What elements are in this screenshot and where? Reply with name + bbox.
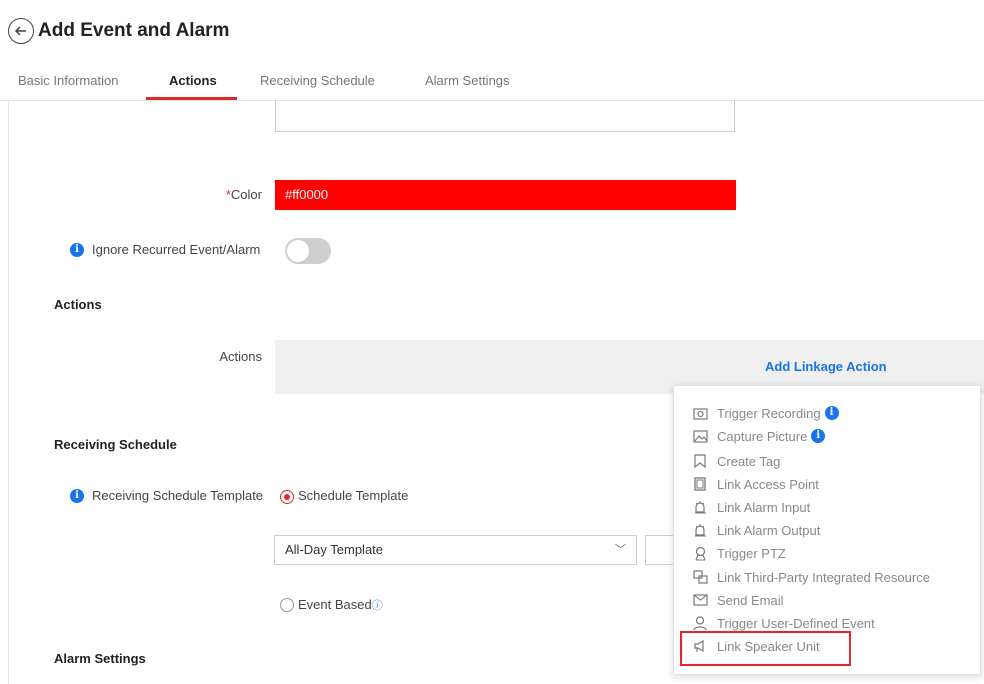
- menu-item-send-email[interactable]: Send Email: [692, 590, 783, 610]
- door-icon: [692, 476, 708, 492]
- color-picker-field[interactable]: #ff0000: [275, 180, 736, 210]
- ptz-icon: [692, 545, 708, 561]
- active-tab-indicator: [146, 97, 237, 100]
- actions-label: Actions: [219, 349, 262, 364]
- content-border: [8, 100, 9, 684]
- menu-item-label: Link Alarm Output: [717, 522, 821, 538]
- info-icon[interactable]: i: [824, 406, 839, 420]
- menu-item-label: Trigger User-Defined Event: [717, 615, 875, 631]
- description-textarea[interactable]: [275, 100, 735, 132]
- info-icon[interactable]: i: [70, 489, 84, 503]
- menu-item-link-access-point[interactable]: Link Access Point: [692, 474, 819, 494]
- template-select-value: All-Day Template: [285, 542, 384, 557]
- menu-item-label: Create Tag: [717, 453, 781, 469]
- template-select[interactable]: All-Day Template ﹀: [274, 535, 637, 565]
- color-label: *Color: [200, 186, 262, 204]
- user-icon: [692, 615, 708, 631]
- alarm-settings-section-title: Alarm Settings: [54, 651, 146, 666]
- menu-item-label: Send Email: [717, 592, 784, 608]
- info-icon[interactable]: i: [811, 429, 826, 443]
- menu-item-link-third-party[interactable]: Link Third-Party Integrated Resource: [692, 567, 930, 587]
- ignore-recurred-toggle[interactable]: [285, 238, 331, 264]
- tab-basic-information[interactable]: Basic Information: [18, 72, 118, 90]
- tab-alarm-settings[interactable]: Alarm Settings: [425, 72, 510, 90]
- camera-icon: [692, 405, 708, 421]
- color-label-text: Color: [230, 187, 262, 202]
- menu-item-label: Capture Picture: [717, 428, 808, 444]
- picture-icon: [692, 428, 708, 444]
- info-icon[interactable]: i: [70, 243, 84, 257]
- highlight-annotation: [680, 631, 851, 666]
- email-icon: [692, 592, 708, 608]
- menu-item-label: Trigger PTZ: [717, 545, 786, 561]
- menu-item-trigger-user-defined-event[interactable]: Trigger User-Defined Event: [692, 613, 875, 633]
- info-outline-icon[interactable]: ⓘ: [372, 600, 383, 612]
- add-linkage-action-link[interactable]: Add Linkage Action: [765, 359, 887, 374]
- menu-item-label: Link Access Point: [717, 476, 819, 492]
- schedule-template-label: Receiving Schedule Template: [92, 488, 264, 503]
- tab-receiving-schedule[interactable]: Receiving Schedule: [260, 72, 375, 90]
- alarm-output-icon: [692, 522, 708, 538]
- ignore-recurred-label: Ignore Recurred Event/Alarm: [92, 242, 261, 257]
- toggle-knob: [287, 240, 309, 262]
- chevron-down-icon: ﹀: [615, 544, 626, 556]
- event-based-text: Event Based: [298, 597, 372, 612]
- menu-item-label: Link Third-Party Integrated Resource: [717, 569, 930, 585]
- back-arrow-icon[interactable]: [8, 18, 34, 44]
- tab-actions[interactable]: Actions: [169, 72, 217, 90]
- menu-item-trigger-recording[interactable]: Trigger Recording i: [692, 403, 839, 423]
- menu-item-label: Trigger Recording: [717, 405, 821, 421]
- third-party-icon: [692, 569, 708, 585]
- bookmark-icon: [692, 453, 708, 469]
- alarm-input-icon: [692, 499, 708, 515]
- schedule-template-option-label: Schedule Template: [298, 488, 409, 503]
- secondary-select[interactable]: [645, 535, 675, 565]
- actions-section-title: Actions: [54, 297, 102, 312]
- menu-item-label: Link Alarm Input: [717, 499, 811, 515]
- receiving-schedule-section-title: Receiving Schedule: [54, 437, 177, 452]
- page-title: Add Event and Alarm: [38, 20, 230, 41]
- menu-item-create-tag[interactable]: Create Tag: [692, 451, 780, 471]
- schedule-template-radio[interactable]: [280, 490, 294, 504]
- event-based-label: Event Basedⓘ: [298, 596, 383, 615]
- menu-item-link-alarm-output[interactable]: Link Alarm Output: [692, 520, 820, 540]
- event-based-radio[interactable]: [280, 598, 294, 612]
- menu-item-capture-picture[interactable]: Capture Picture i: [692, 426, 826, 446]
- menu-item-trigger-ptz[interactable]: Trigger PTZ: [692, 543, 786, 563]
- menu-item-link-alarm-input[interactable]: Link Alarm Input: [692, 497, 810, 517]
